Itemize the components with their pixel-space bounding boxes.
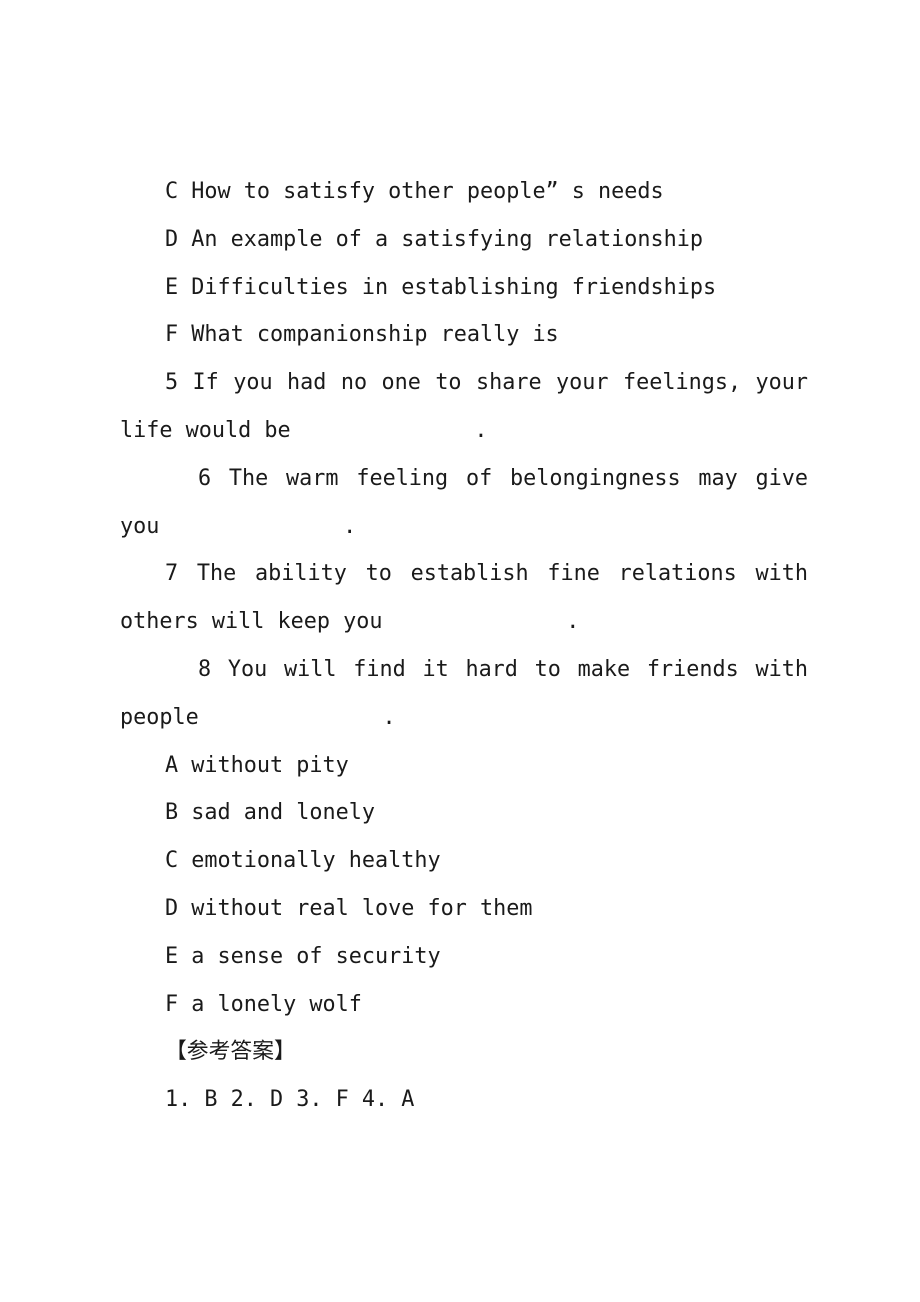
topic-option-c: C How to satisfy other people” s needs bbox=[165, 179, 664, 204]
question-6-period: . bbox=[343, 513, 357, 539]
answer-key-values: 1. B 2. D 3. F 4. A bbox=[165, 1087, 415, 1113]
answer-key-heading: 【参考答案】 bbox=[165, 1039, 296, 1065]
answer-option-b: B sad and lonely bbox=[165, 800, 375, 826]
question-8-period: . bbox=[382, 704, 396, 730]
question-7-blank[interactable] bbox=[382, 609, 566, 634]
topic-option-e: E Difficulties in establishing friendshi… bbox=[165, 274, 717, 300]
answer-option-c: C emotionally healthy bbox=[165, 848, 441, 874]
question-5: 5 If you had no one to share your feelin… bbox=[120, 359, 808, 455]
answer-option-d: D without real love for them bbox=[165, 895, 533, 921]
topic-option-d: D An example of a satisfying relationshi… bbox=[165, 226, 704, 252]
document-page: C How to satisfy other people” s needs D… bbox=[0, 0, 920, 1302]
answer-option-f: F a lonely wolf bbox=[165, 991, 362, 1017]
topic-option-f: F What companionship really is bbox=[165, 322, 559, 348]
question-7-period: . bbox=[566, 609, 580, 635]
document-text-body: C How to satisfy other people” s needs D… bbox=[120, 168, 808, 1124]
question-6-blank[interactable] bbox=[159, 514, 343, 539]
answer-option-a: A without pity bbox=[165, 752, 349, 778]
question-6: 6 The warm feeling of belongingness may … bbox=[120, 455, 808, 551]
question-8: 8 You will find it hard to make friends … bbox=[120, 646, 808, 742]
question-5-period: . bbox=[474, 417, 488, 443]
question-8-blank[interactable] bbox=[199, 705, 383, 730]
question-5-blank[interactable] bbox=[291, 418, 475, 443]
answer-option-e: E a sense of security bbox=[165, 943, 441, 969]
question-7: 7 The ability to establish fine relation… bbox=[120, 550, 808, 646]
